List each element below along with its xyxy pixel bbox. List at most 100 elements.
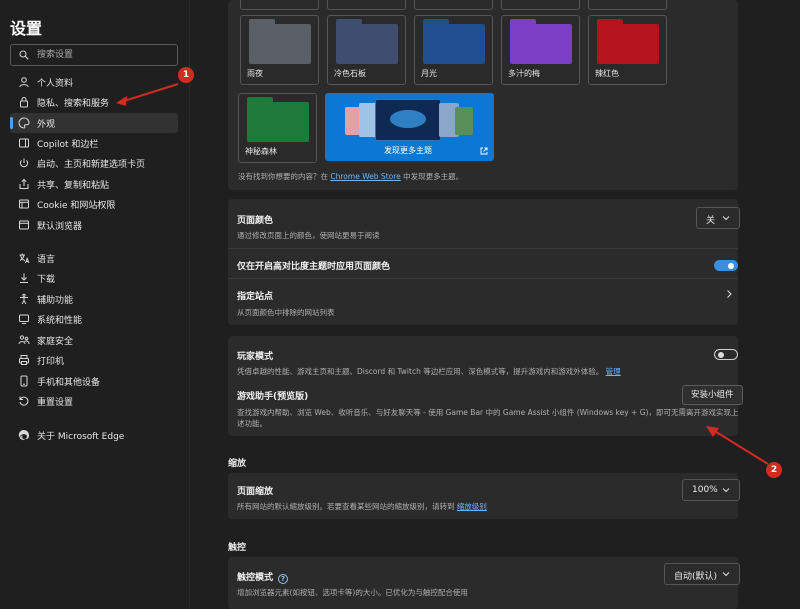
chevron-down-icon <box>722 488 730 493</box>
sidebar-item-label: 共享、复制和粘贴 <box>37 181 110 191</box>
game-assist-desc-line2: 述功能。 <box>237 419 267 428</box>
cookie-icon <box>19 199 29 209</box>
help-icon[interactable]: ? <box>278 574 289 584</box>
sidebar-item-devices[interactable]: 手机和其他设备 <box>10 371 178 391</box>
gamer-mode-toggle[interactable] <box>714 349 738 360</box>
page-color-desc: 通过修改页面上的颜色，使网站更易于阅读 <box>237 231 380 240</box>
folder-icon <box>423 19 485 64</box>
install-widget-button[interactable]: 安装小组件 <box>682 385 743 405</box>
search-input[interactable] <box>37 48 175 62</box>
chevron-down-icon <box>722 572 730 577</box>
specified-sites-title: 指定站点 <box>237 292 274 302</box>
annotation-marker-2: 2 <box>766 462 782 478</box>
theme-juicy-plum[interactable]: 多汁的梅 <box>501 15 580 85</box>
chrome-web-store-link[interactable]: Chrome Web Store <box>330 172 400 181</box>
touch-section-heading: 触控 <box>228 543 247 553</box>
sidebar-item-about[interactable]: 关于 Microsoft Edge <box>10 425 178 445</box>
page-color-card: 页面颜色 通过修改页面上的颜色，使网站更易于阅读 关 仅在开启高对比度主题时应用… <box>228 199 740 325</box>
touch-mode-dropdown[interactable]: 自动(默认) <box>664 563 740 585</box>
specified-sites-row[interactable]: 指定站点 从页面颜色中排除的网站列表 <box>228 279 738 325</box>
sidebar-item-privacy[interactable]: 隐私、搜索和服务 <box>10 92 178 112</box>
chevron-right-icon <box>727 290 732 298</box>
family-icon <box>18 335 30 345</box>
lock-icon <box>20 97 28 108</box>
sidebar-item-startup[interactable]: 启动、主页和新建选项卡页 <box>10 153 178 173</box>
theme-label: 辣红色 <box>595 69 619 78</box>
theme-rainy-night[interactable]: 雨夜 <box>240 15 319 85</box>
sidebar-item-label: 家庭安全 <box>37 337 74 347</box>
sidebar-item-system[interactable]: 系统和性能 <box>10 309 178 329</box>
theme-thumb-partial[interactable] <box>327 0 406 10</box>
phone-icon <box>20 375 28 387</box>
specified-sites-desc: 从页面颜色中排除的网站列表 <box>237 308 335 317</box>
gamer-mode-title: 玩家模式 <box>237 352 274 362</box>
person-icon <box>19 77 29 88</box>
sidebar-item-label: Copilot 和边栏 <box>37 140 99 150</box>
search-box[interactable] <box>10 44 178 66</box>
theme-cool-slate[interactable]: 冷色石板 <box>327 15 406 85</box>
power-icon <box>19 158 29 168</box>
external-link-icon <box>480 147 488 155</box>
sidebar-item-share[interactable]: 共享、复制和粘贴 <box>10 174 178 194</box>
share-icon <box>19 178 29 189</box>
zoom-levels-link[interactable]: 缩放级别 <box>457 502 487 511</box>
page-zoom-desc: 所有网站的默认缩放级别。若要查看某些网站的缩放级别，请转到 缩放级别 <box>237 502 487 511</box>
sidebar-item-language[interactable]: 语言 <box>10 248 178 268</box>
sidebar-item-label: 个人资料 <box>37 79 74 89</box>
page-title: 设置 <box>10 19 43 38</box>
gamer-mode-card: 玩家模式 凭借卓越的性能、游戏主页和主题、Discord 和 Twitch 等边… <box>228 336 743 436</box>
theme-thumb-partial[interactable] <box>240 0 319 10</box>
zoom-dropdown[interactable]: 100% <box>682 479 740 501</box>
theme-label: 多汁的梅 <box>508 69 540 78</box>
theme-thumb-partial[interactable] <box>501 0 580 10</box>
folder-icon <box>249 19 311 64</box>
sidebar-item-label: 重置设置 <box>37 398 74 408</box>
theme-preview-image <box>455 107 473 135</box>
sidebar-item-downloads[interactable]: 下载 <box>10 268 178 288</box>
page-color-dropdown[interactable]: 关 <box>696 207 740 229</box>
sidebar-item-family[interactable]: 家庭安全 <box>10 330 178 350</box>
theme-mystic-forest[interactable]: 神秘森林 <box>238 93 317 163</box>
sidebar-item-appearance[interactable]: 外观 <box>10 113 178 133</box>
high-contrast-title: 仅在开启高对比度主题时应用页面颜色 <box>237 262 391 272</box>
sidebar-item-label: 隐私、搜索和服务 <box>37 99 110 109</box>
annotation-marker-1: 1 <box>178 67 194 83</box>
reset-icon <box>19 396 29 406</box>
sidebar-item-label: 手机和其他设备 <box>37 378 101 388</box>
monitor-icon <box>19 314 29 324</box>
sidebar-item-copilot[interactable]: Copilot 和边栏 <box>10 133 178 153</box>
theme-thumb-partial[interactable] <box>414 0 493 10</box>
page-zoom-title: 页面缩放 <box>237 487 274 497</box>
sidebar-item-default-browser[interactable]: 默认浏览器 <box>10 215 178 235</box>
themes-footer: 没有找到你想要的内容？在 Chrome Web Store 中发现更多主题。 <box>238 172 464 181</box>
sidebar-item-cookies[interactable]: Cookie 和网站权限 <box>10 194 178 214</box>
discover-themes-tile[interactable]: 发现更多主题 <box>325 93 494 161</box>
sidebar-item-reset[interactable]: 重置设置 <box>10 391 178 411</box>
sidebar-item-printers[interactable]: 打印机 <box>10 350 178 370</box>
sidebar-item-label: 默认浏览器 <box>37 222 83 232</box>
theme-label: 神秘森林 <box>245 147 277 156</box>
theme-label: 月光 <box>421 69 437 78</box>
browser-icon <box>19 220 29 230</box>
search-icon <box>19 50 29 60</box>
discover-themes-label: 发现更多主题 <box>384 146 432 155</box>
page-color-title: 页面颜色 <box>237 216 274 226</box>
game-assist-title: 游戏助手(预览版) <box>237 392 309 402</box>
download-icon <box>20 273 28 283</box>
sidebar-item-label: 启动、主页和新建选项卡页 <box>37 160 146 170</box>
accessibility-icon <box>20 293 28 305</box>
folder-icon <box>336 19 398 64</box>
theme-thumb-partial[interactable] <box>588 0 667 10</box>
sidebar-item-label: 外观 <box>37 120 56 130</box>
sidebar: 设置 个人资料 隐私、搜索和服务 外观 Copilot 和边栏 启动、主页和新建… <box>0 0 190 609</box>
high-contrast-toggle[interactable] <box>714 260 738 271</box>
settings-content: 雨夜 冷色石板 月光 多汁的梅 辣红色 神秘森林 发现更多主题 没有找到你想要的… <box>191 0 800 609</box>
manage-link[interactable]: 管理 <box>606 367 621 376</box>
dropdown-value: 关 <box>706 216 716 226</box>
dropdown-value: 100% <box>692 485 718 495</box>
sidebar-item-accessibility[interactable]: 辅助功能 <box>10 289 178 309</box>
theme-moonlight[interactable]: 月光 <box>414 15 493 85</box>
theme-label: 雨夜 <box>247 69 263 78</box>
sidebar-item-profile[interactable]: 个人资料 <box>10 72 178 92</box>
theme-spicy-red[interactable]: 辣红色 <box>588 15 667 85</box>
